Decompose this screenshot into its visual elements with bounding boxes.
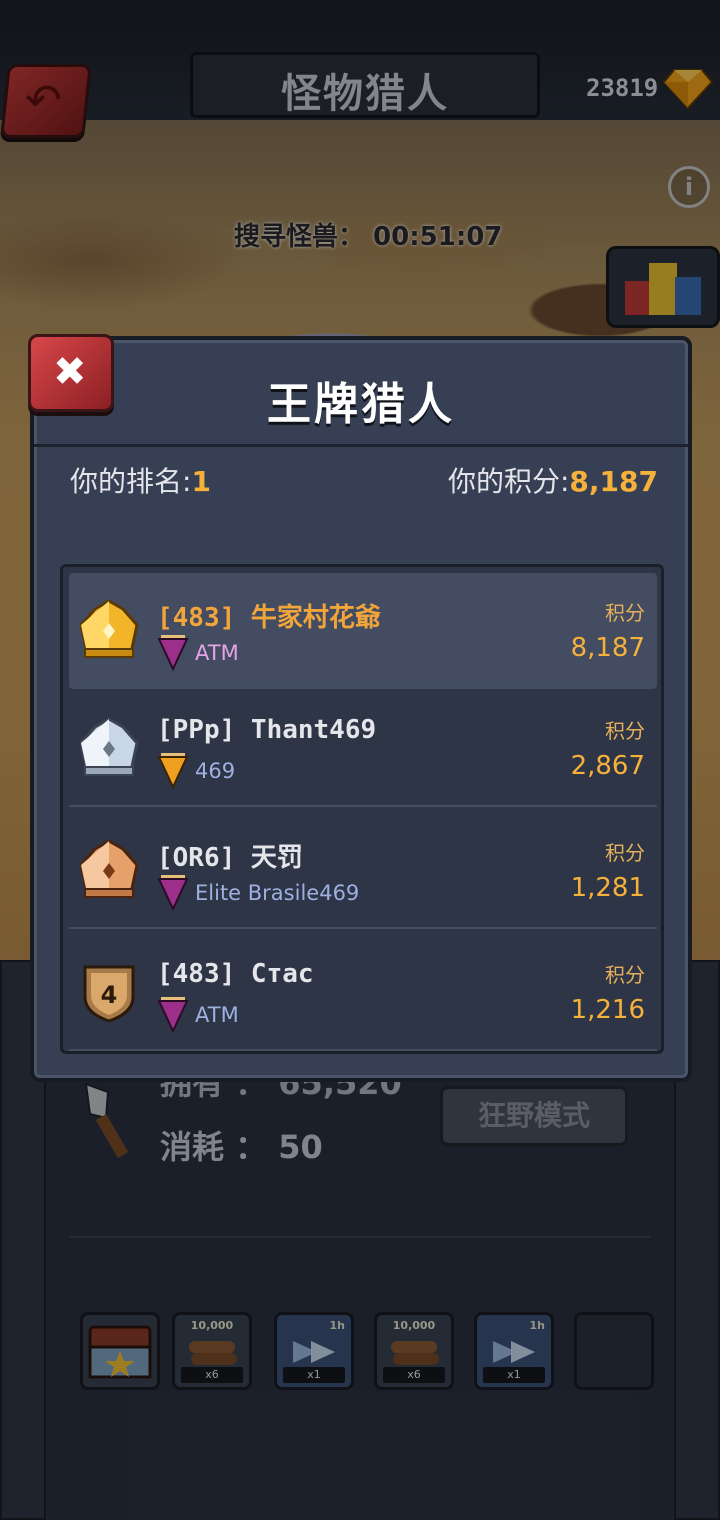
game-screen: { "header": { "title": "怪物猎人", "currency… xyxy=(0,0,720,1520)
my-score: 你的积分:8,187 xyxy=(447,465,658,498)
guild-flag-icon xyxy=(157,997,189,1033)
ace-hunter-modal: 王牌猎人 你的排名:1 你的积分:8,187 [483] 牛家村花爺 ATM 积… xyxy=(30,336,692,1082)
rank-4-shield-icon: 4 xyxy=(83,965,135,1023)
ranking-row[interactable]: [PPp] Thant469 469 积分 2,867 xyxy=(69,691,657,807)
guild-flag-icon xyxy=(157,753,189,789)
modal-divider xyxy=(34,444,688,447)
ranking-row[interactable]: 4 [483] Стас ATM 积分 1,216 xyxy=(69,935,657,1051)
modal-title: 王牌猎人 xyxy=(267,379,455,430)
player-name: [OR6] 天罚 xyxy=(157,843,303,873)
ranking-row[interactable]: [483] 牛家村花爺 ATM 积分 8,187 xyxy=(69,573,657,689)
ranking-row[interactable]: [OR6] 天罚 Elite Brasile469 积分 1,281 xyxy=(69,813,657,929)
close-icon: ✖ xyxy=(53,349,87,395)
player-name: [483] Стас xyxy=(157,959,314,989)
player-name: [PPp] Thant469 xyxy=(157,715,377,745)
player-score: 2,867 xyxy=(570,751,645,781)
player-score: 1,281 xyxy=(570,873,645,903)
ranking-list[interactable]: [483] 牛家村花爺 ATM 积分 8,187 [PPp] Thant469 xyxy=(60,564,664,1054)
close-button[interactable]: ✖ xyxy=(28,334,114,412)
player-score: 1,216 xyxy=(570,995,645,1025)
my-rank: 你的排名:1 xyxy=(70,465,211,498)
svg-text:4: 4 xyxy=(101,981,118,1009)
player-score: 8,187 xyxy=(570,633,645,663)
guild-flag-icon xyxy=(157,635,189,671)
bronze-crown-icon xyxy=(79,839,139,898)
silver-crown-icon xyxy=(79,717,139,776)
guild-flag-icon xyxy=(157,875,189,911)
player-name: [483] 牛家村花爺 xyxy=(157,603,381,633)
gold-crown-icon xyxy=(79,599,139,658)
